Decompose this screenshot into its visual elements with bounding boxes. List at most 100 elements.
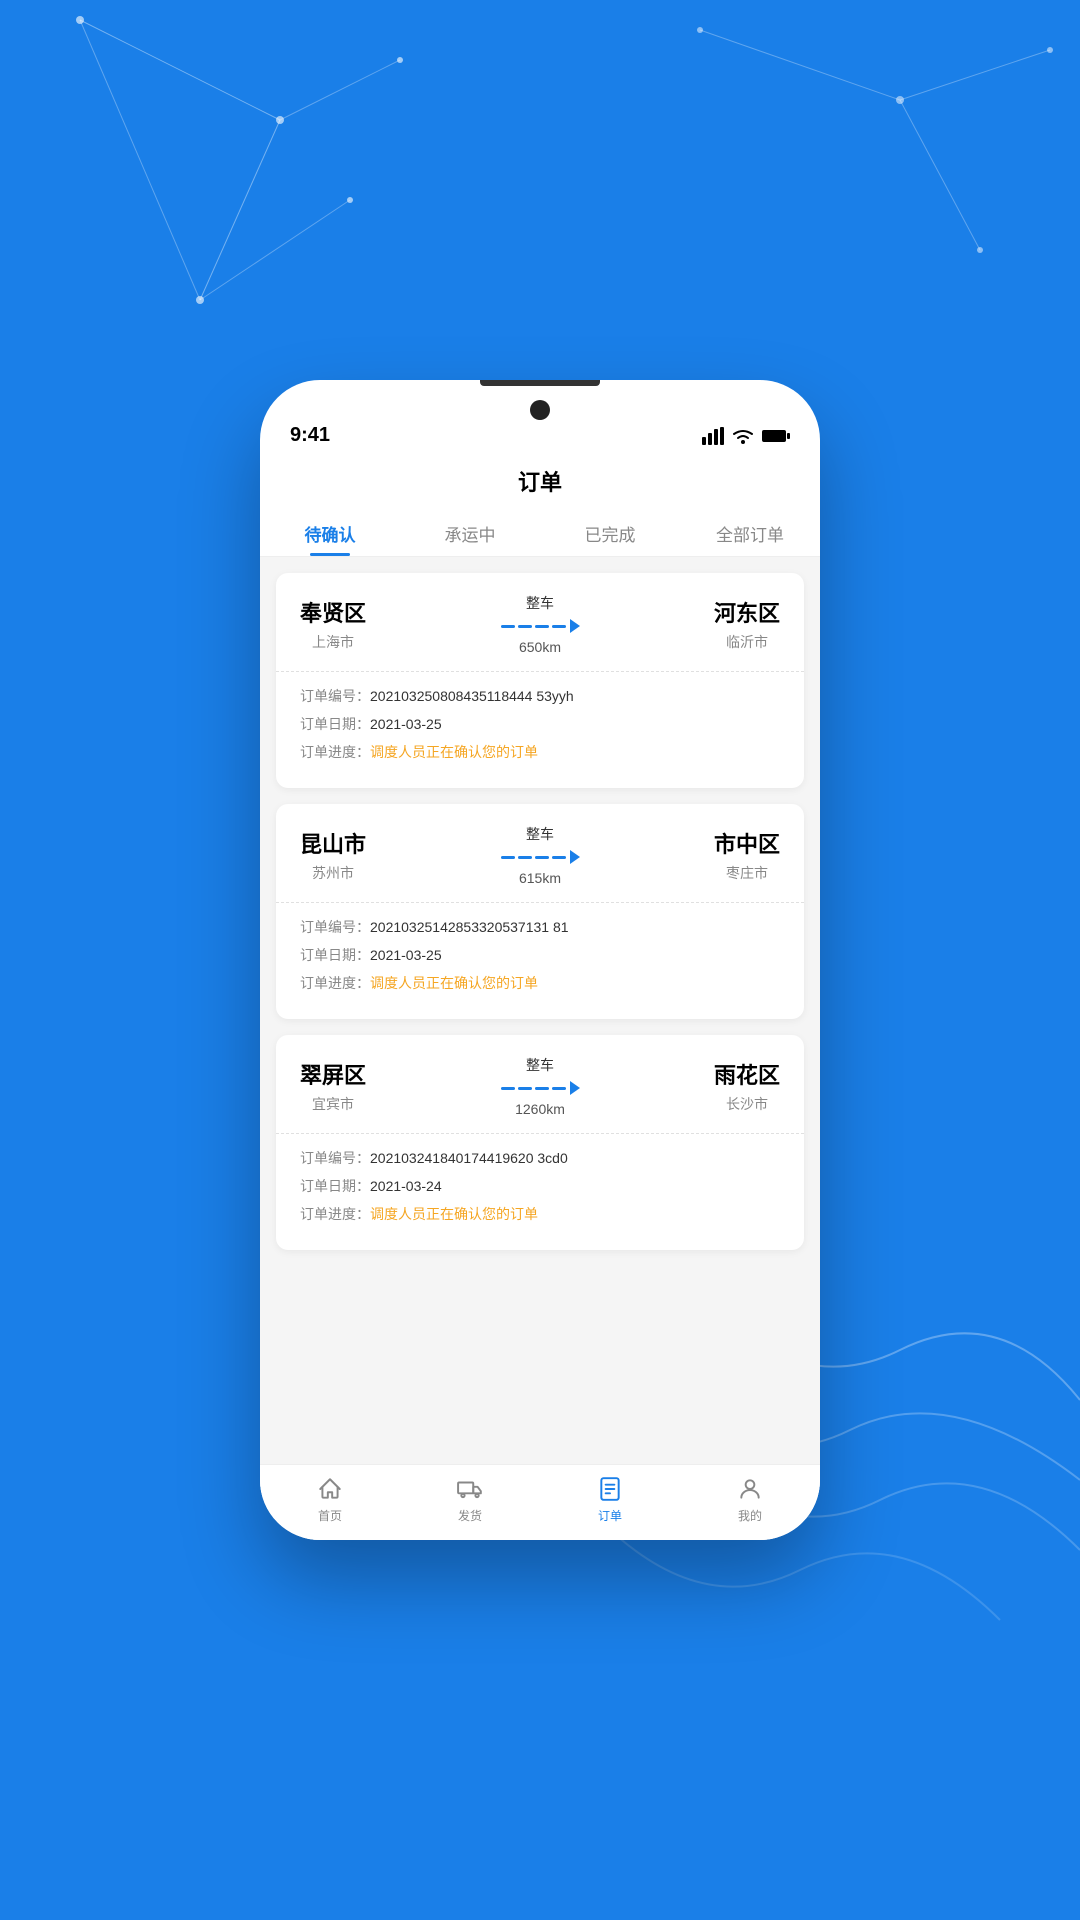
battery-icon — [762, 428, 790, 444]
nav-home[interactable]: 首页 — [260, 1475, 400, 1524]
route-arrow-1 — [501, 619, 580, 633]
route-middle-3: 整车 1260km — [501, 1055, 580, 1117]
to-province-3: 长沙市 — [714, 1094, 780, 1114]
to-city-name-3: 雨花区 — [714, 1058, 780, 1090]
order-progress-label-3: 订单进度： — [300, 1204, 370, 1224]
from-city-name-1: 奉贤区 — [300, 596, 366, 628]
route-distance-1: 650km — [519, 639, 561, 655]
order-card-1[interactable]: 奉贤区 上海市 整车 — [276, 573, 804, 788]
order-card-3[interactable]: 翠屏区 宜宾市 整车 — [276, 1035, 804, 1250]
nav-shipment-label: 发货 — [458, 1507, 482, 1524]
route-arrow-2 — [501, 850, 580, 864]
tab-all-orders[interactable]: 全部订单 — [680, 509, 820, 556]
nav-orders[interactable]: 订单 — [540, 1475, 680, 1524]
to-province-2: 枣庄市 — [714, 863, 780, 883]
order-no-value-2: 20210325142853320537131 81 — [370, 919, 780, 935]
route-middle-1: 整车 650km — [501, 593, 580, 655]
tab-completed[interactable]: 已完成 — [540, 509, 680, 556]
from-city-name-2: 昆山市 — [300, 827, 366, 859]
order-details-3: 订单编号： 202103241840174419620 3cd0 订单日期： 2… — [276, 1134, 804, 1250]
status-time: 9:41 — [290, 424, 330, 447]
tab-in-transit[interactable]: 承运中 — [400, 509, 540, 556]
from-city-2: 昆山市 苏州市 — [300, 827, 366, 883]
dash — [552, 856, 566, 859]
from-city-3: 翠屏区 宜宾市 — [300, 1058, 366, 1114]
order-progress-value-2: 调度人员正在确认您的订单 — [370, 973, 780, 993]
route-section-2: 昆山市 苏州市 整车 — [276, 804, 804, 903]
route-section-3: 翠屏区 宜宾市 整车 — [276, 1035, 804, 1134]
order-card-2[interactable]: 昆山市 苏州市 整车 — [276, 804, 804, 1019]
truck-icon — [456, 1475, 484, 1503]
from-province-2: 苏州市 — [300, 863, 366, 883]
order-date-value-2: 2021-03-25 — [370, 947, 780, 963]
to-province-1: 临沂市 — [714, 632, 780, 652]
dash — [535, 1087, 549, 1090]
to-city-3: 雨花区 长沙市 — [714, 1058, 780, 1114]
from-province-1: 上海市 — [300, 632, 366, 652]
route-middle-2: 整车 615km — [501, 824, 580, 886]
nav-shipment[interactable]: 发货 — [400, 1475, 540, 1524]
tabs-container: 待确认 承运中 已完成 全部订单 — [260, 509, 820, 557]
order-date-label-1: 订单日期： — [300, 714, 370, 734]
phone-frame: 9:41 订单 — [260, 380, 820, 1540]
route-type-2: 整车 — [526, 824, 554, 844]
order-no-label-2: 订单编号： — [300, 917, 370, 937]
order-no-row-3: 订单编号： 202103241840174419620 3cd0 — [300, 1148, 780, 1168]
nav-profile-label: 我的 — [738, 1507, 762, 1524]
route-distance-2: 615km — [519, 870, 561, 886]
home-icon — [316, 1475, 344, 1503]
nav-profile[interactable]: 我的 — [680, 1475, 820, 1524]
route-distance-3: 1260km — [515, 1101, 565, 1117]
order-no-row-1: 订单编号： 202103250808435118444 53yyh — [300, 686, 780, 706]
tab-pending[interactable]: 待确认 — [260, 509, 400, 556]
dash — [518, 856, 532, 859]
order-no-value-3: 202103241840174419620 3cd0 — [370, 1150, 780, 1166]
arrow-head-3 — [570, 1081, 580, 1095]
dash — [501, 625, 515, 628]
dash — [535, 856, 549, 859]
order-date-row-1: 订单日期： 2021-03-25 — [300, 714, 780, 734]
arrow-dashes-2 — [501, 856, 566, 859]
arrow-head-2 — [570, 850, 580, 864]
route-section-1: 奉贤区 上海市 整车 — [276, 573, 804, 672]
page-title: 订单 — [260, 465, 820, 509]
order-no-label-1: 订单编号： — [300, 686, 370, 706]
order-progress-label-1: 订单进度： — [300, 742, 370, 762]
dash — [535, 625, 549, 628]
nav-home-label: 首页 — [318, 1507, 342, 1524]
bottom-nav: 首页 发货 — [260, 1464, 820, 1540]
from-province-3: 宜宾市 — [300, 1094, 366, 1114]
order-date-row-3: 订单日期： 2021-03-24 — [300, 1176, 780, 1196]
order-no-row-2: 订单编号： 20210325142853320537131 81 — [300, 917, 780, 937]
page-header: 订单 待确认 承运中 已完成 全部订单 — [260, 455, 820, 557]
nav-orders-label: 订单 — [598, 1507, 622, 1524]
order-date-row-2: 订单日期： 2021-03-25 — [300, 945, 780, 965]
order-progress-value-3: 调度人员正在确认您的订单 — [370, 1204, 780, 1224]
profile-icon — [736, 1475, 764, 1503]
order-progress-label-2: 订单进度： — [300, 973, 370, 993]
route-type-3: 整车 — [526, 1055, 554, 1075]
wifi-icon — [732, 427, 754, 445]
order-date-value-1: 2021-03-25 — [370, 716, 780, 732]
dash — [518, 1087, 532, 1090]
to-city-name-2: 市中区 — [714, 827, 780, 859]
status-icons — [702, 427, 790, 445]
route-arrow-3 — [501, 1081, 580, 1095]
order-progress-value-1: 调度人员正在确认您的订单 — [370, 742, 780, 762]
to-city-2: 市中区 枣庄市 — [714, 827, 780, 883]
arrow-dashes-3 — [501, 1087, 566, 1090]
order-date-label-2: 订单日期： — [300, 945, 370, 965]
from-city-name-3: 翠屏区 — [300, 1058, 366, 1090]
dash — [552, 1087, 566, 1090]
dash — [501, 1087, 515, 1090]
order-progress-row-3: 订单进度： 调度人员正在确认您的订单 — [300, 1204, 780, 1224]
arrow-dashes-1 — [501, 625, 566, 628]
order-details-2: 订单编号： 20210325142853320537131 81 订单日期： 2… — [276, 903, 804, 1019]
order-progress-row-1: 订单进度： 调度人员正在确认您的订单 — [300, 742, 780, 762]
orders-list: 奉贤区 上海市 整车 — [260, 557, 820, 1464]
dash — [518, 625, 532, 628]
order-date-label-3: 订单日期： — [300, 1176, 370, 1196]
order-progress-row-2: 订单进度： 调度人员正在确认您的订单 — [300, 973, 780, 993]
to-city-name-1: 河东区 — [714, 596, 780, 628]
order-details-1: 订单编号： 202103250808435118444 53yyh 订单日期： … — [276, 672, 804, 788]
